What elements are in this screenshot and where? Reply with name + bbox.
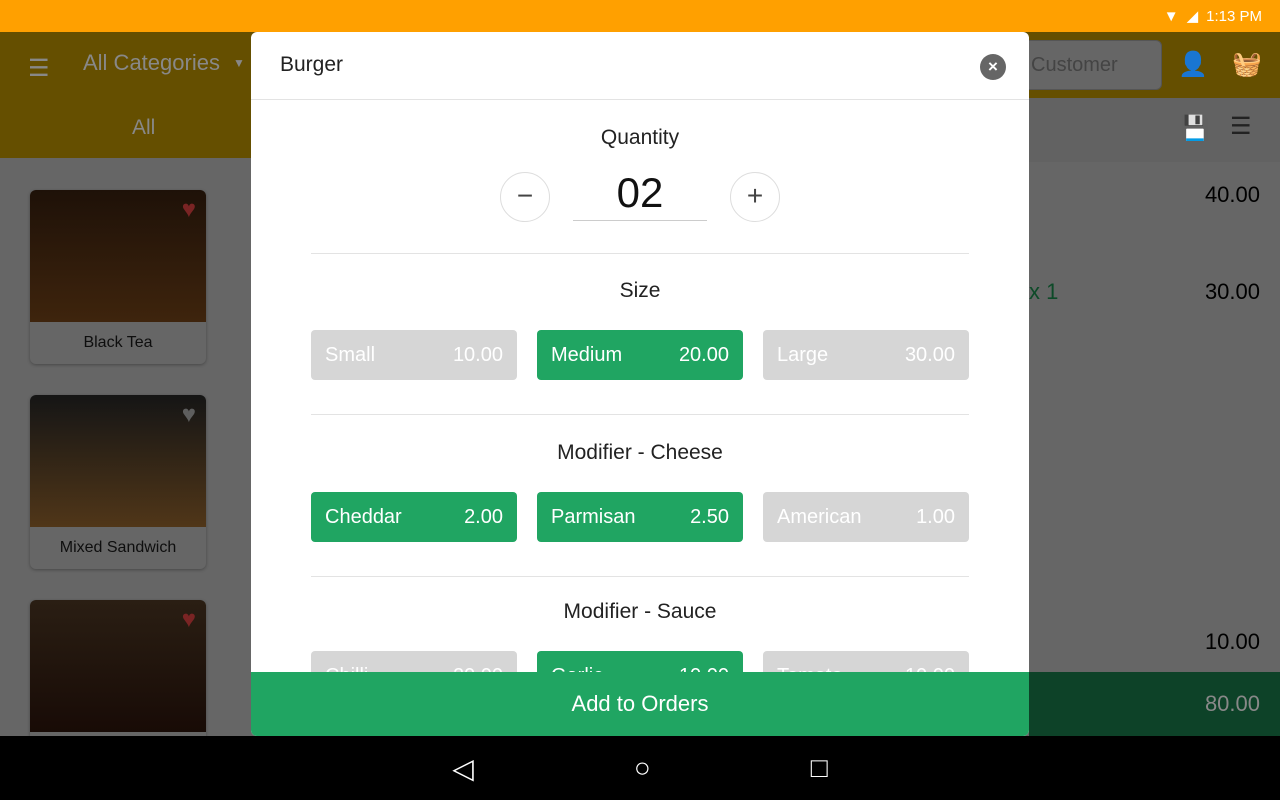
- option-price: 20.00: [678, 343, 729, 366]
- tab-all[interactable]: All: [132, 116, 155, 140]
- add-customer-icon[interactable]: 👤: [1178, 50, 1208, 79]
- heart-icon[interactable]: ♥: [182, 196, 196, 224]
- product-card[interactable]: ♥ Black Tea: [30, 190, 206, 364]
- status-bar: ▼ ◢ 1:13 PM: [0, 0, 1280, 32]
- chevron-down-icon: ▼: [233, 56, 245, 70]
- order-total[interactable]: 80.00: [1029, 672, 1280, 736]
- option-price: 1.00: [916, 505, 955, 528]
- option-button[interactable]: Parmisan 2.50: [537, 492, 743, 542]
- section-title: Modifier - Cheese: [557, 441, 723, 464]
- option-name: Cheddar: [325, 505, 402, 528]
- option-name: Small: [325, 343, 376, 366]
- dialog-title: Burger: [280, 53, 344, 76]
- sort-icon[interactable]: ☰: [1230, 112, 1252, 141]
- option-button[interactable]: Cheddar 2.00: [311, 492, 517, 542]
- signal-icon: ◢: [1186, 8, 1199, 25]
- option-name: American: [777, 505, 862, 528]
- option-name: Large: [777, 343, 829, 366]
- divider: [311, 576, 969, 577]
- section-title: Modifier - Sauce: [563, 600, 717, 623]
- option-button[interactable]: American 1.00: [763, 492, 969, 542]
- category-dropdown[interactable]: All Categories: [83, 50, 220, 76]
- order-line-price: 30.00: [1204, 279, 1260, 304]
- option-price: 2.00: [464, 505, 503, 528]
- home-icon[interactable]: ○: [634, 752, 651, 784]
- option-button[interactable]: Medium 20.00: [537, 330, 743, 380]
- item-dialog: Burger × Quantity − 02 + Size Small 10.00 M…: [251, 32, 1029, 736]
- heart-icon[interactable]: ♥: [182, 401, 196, 429]
- close-icon[interactable]: ×: [980, 54, 1006, 80]
- wifi-icon: ▼: [1163, 7, 1179, 25]
- clock: 1:13 PM: [1206, 7, 1262, 25]
- option-button[interactable]: Large 30.00: [763, 330, 969, 380]
- recents-icon[interactable]: □: [811, 752, 828, 784]
- back-icon[interactable]: ◁: [452, 752, 474, 785]
- dialog-header: Burger ×: [251, 32, 1029, 100]
- option-price: 2.50: [690, 505, 729, 528]
- heart-icon[interactable]: ♥: [182, 606, 196, 634]
- order-line-price: 40.00: [1204, 182, 1260, 207]
- quantity-field[interactable]: 02: [573, 168, 707, 221]
- basket-icon[interactable]: 🧺: [1232, 50, 1262, 79]
- menu-icon[interactable]: ☰: [28, 54, 50, 83]
- option-name: Parmisan: [551, 505, 636, 528]
- option-price: 10.00: [452, 343, 503, 366]
- option-price: 30.00: [904, 343, 955, 366]
- divider: [311, 414, 969, 415]
- option-name: Medium: [551, 343, 623, 366]
- add-to-orders-button[interactable]: Add to Orders: [251, 672, 1029, 736]
- decrease-quantity-button[interactable]: −: [500, 172, 550, 222]
- product-card[interactable]: ♥ Mixed Sandwich: [30, 395, 206, 569]
- android-nav-bar: ◁ ○ □: [0, 736, 1280, 800]
- divider: [311, 253, 969, 254]
- save-icon[interactable]: 💾: [1180, 114, 1210, 143]
- option-button[interactable]: Small 10.00: [311, 330, 517, 380]
- quantity-label: Quantity: [600, 126, 680, 149]
- section-title: Size: [619, 279, 661, 302]
- increase-quantity-button[interactable]: +: [730, 172, 780, 222]
- order-subtotal: 10.00: [1204, 629, 1260, 654]
